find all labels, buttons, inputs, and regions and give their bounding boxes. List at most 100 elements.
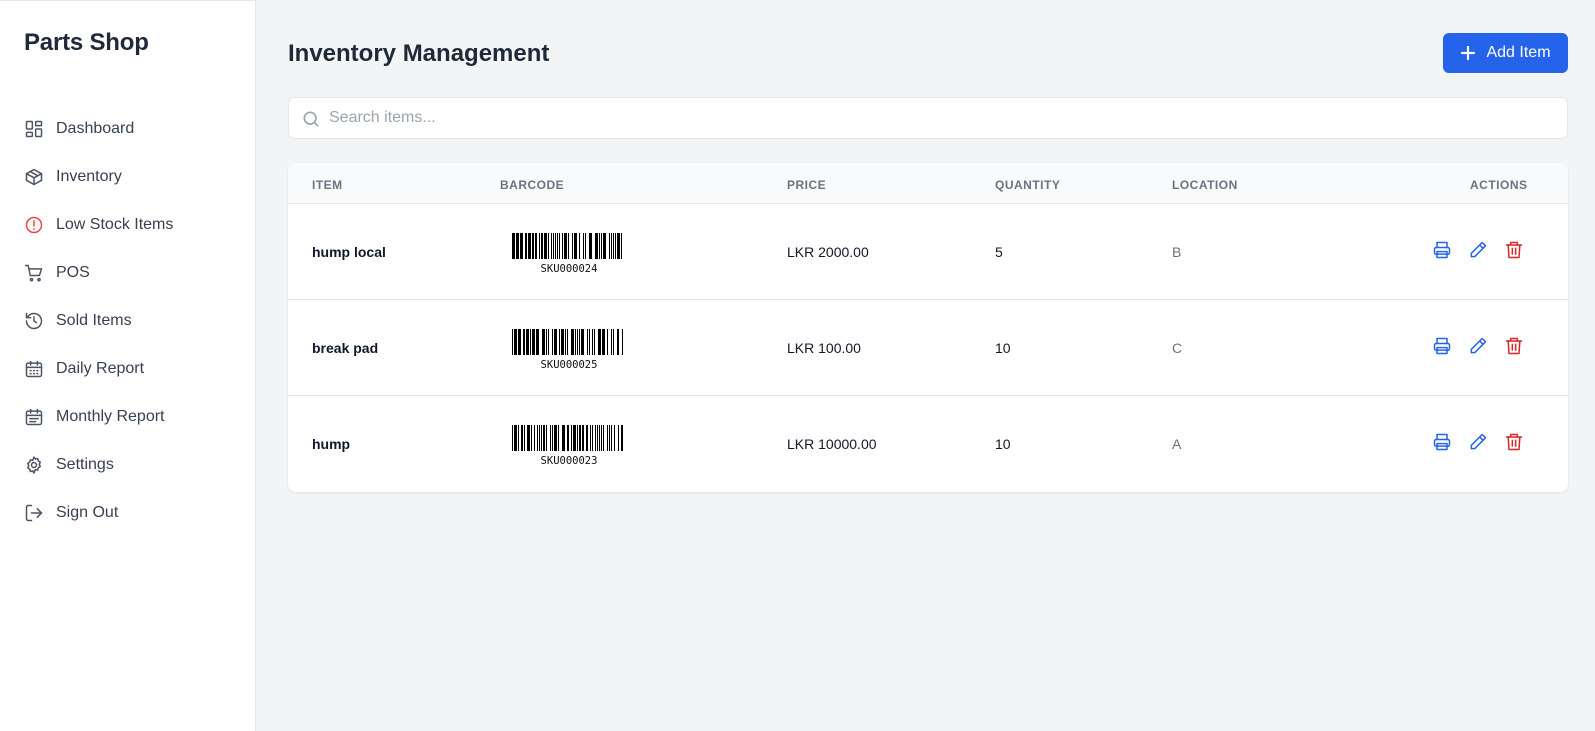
item-name: hump bbox=[312, 436, 351, 452]
delete-button[interactable] bbox=[1504, 336, 1524, 356]
barcode-bar bbox=[521, 425, 523, 451]
pencil-icon bbox=[1470, 241, 1487, 258]
barcode-bar bbox=[617, 329, 619, 355]
barcode-bar bbox=[553, 233, 554, 259]
barcode-bar bbox=[568, 233, 569, 259]
barcode-image: SKU000024 bbox=[512, 233, 626, 277]
calendar-icon bbox=[24, 359, 44, 379]
barcode-bar bbox=[548, 329, 549, 355]
barcode-bar bbox=[558, 425, 559, 451]
barcode-bar bbox=[577, 425, 578, 451]
barcode-bar bbox=[548, 233, 549, 259]
barcode-bar bbox=[601, 425, 602, 451]
trash-icon bbox=[1505, 241, 1523, 259]
sidebar-item-daily-report[interactable]: Daily Report bbox=[0, 345, 256, 393]
printer-icon bbox=[1433, 337, 1451, 355]
barcode-bar bbox=[597, 425, 598, 451]
barcode-bar bbox=[535, 233, 537, 259]
row-actions bbox=[1432, 336, 1524, 356]
dashboard-icon bbox=[24, 119, 44, 139]
add-item-button[interactable]: Add Item bbox=[1443, 33, 1568, 73]
item-location: C bbox=[1172, 340, 1183, 356]
search-input[interactable] bbox=[329, 98, 1559, 138]
item-name: break pad bbox=[312, 340, 379, 356]
sidebar-item-label: Daily Report bbox=[56, 360, 145, 377]
barcode-bar bbox=[524, 425, 525, 451]
barcode-code: SKU000023 bbox=[540, 455, 598, 467]
print-button[interactable] bbox=[1432, 432, 1452, 452]
sidebar-item-pos[interactable]: POS bbox=[0, 249, 256, 297]
item-location: A bbox=[1172, 436, 1182, 452]
item-price: LKR 100.00 bbox=[787, 340, 861, 356]
barcode-bar bbox=[546, 329, 547, 355]
sidebar-item-sold-items[interactable]: Sold Items bbox=[0, 297, 256, 345]
sidebar-item-label: Sold Items bbox=[56, 312, 132, 329]
sidebar-item-sign-out[interactable]: Sign Out bbox=[0, 489, 256, 537]
barcode-bar bbox=[523, 329, 525, 355]
barcode-bar bbox=[617, 233, 620, 259]
trash-icon bbox=[1505, 337, 1523, 355]
item-quantity: 5 bbox=[995, 244, 1003, 260]
sidebar-item-low-stock[interactable]: Low Stock Items bbox=[0, 201, 256, 249]
barcode-bar bbox=[622, 329, 623, 355]
sidebar-item-label: Monthly Report bbox=[56, 408, 165, 425]
column-header-price: PRICE bbox=[787, 178, 827, 192]
table-row: hump SKU000023 LKR 10000.00 10 A bbox=[288, 396, 1568, 492]
barcode-code: SKU000024 bbox=[540, 263, 598, 275]
barcode-bar bbox=[527, 425, 530, 451]
barcode-bar bbox=[595, 425, 596, 451]
edit-button[interactable] bbox=[1468, 240, 1488, 260]
barcode-bar bbox=[567, 425, 569, 451]
barcode-bar bbox=[512, 425, 513, 451]
barcode-bar bbox=[518, 425, 519, 451]
barcode-bar bbox=[582, 425, 584, 451]
main-content: Inventory Management Add Item ITEM BARCO… bbox=[256, 0, 1595, 731]
barcode-bar bbox=[536, 329, 539, 355]
barcode-bar bbox=[613, 233, 614, 259]
barcode-bar bbox=[528, 233, 531, 259]
sidebar-item-settings[interactable]: Settings bbox=[0, 441, 256, 489]
barcode-bar bbox=[539, 425, 540, 451]
barcode-image: SKU000023 bbox=[512, 425, 626, 469]
barcode-bar bbox=[583, 233, 584, 259]
barcode-bar bbox=[609, 233, 610, 259]
row-actions bbox=[1432, 432, 1524, 452]
barcode-bar bbox=[564, 233, 567, 259]
barcode-bar bbox=[537, 425, 538, 451]
brand-title: Parts Shop bbox=[24, 29, 149, 56]
barcode-bar bbox=[541, 233, 543, 259]
barcode-bar bbox=[599, 425, 600, 451]
barcode-bar bbox=[575, 329, 576, 355]
barcode-bar bbox=[554, 329, 557, 355]
barcode-bar bbox=[618, 425, 619, 451]
barcode-bar bbox=[607, 329, 608, 355]
barcode-bar bbox=[603, 233, 606, 259]
barcode-bar bbox=[621, 233, 622, 259]
barcode-bar bbox=[562, 233, 563, 259]
barcode-bar bbox=[516, 233, 519, 259]
barcode-bar bbox=[520, 233, 523, 259]
print-button[interactable] bbox=[1432, 240, 1452, 260]
barcode-bar bbox=[530, 329, 531, 355]
table-row: hump local SKU000024 LKR 2000.00 5 B bbox=[288, 204, 1568, 300]
barcode-bar bbox=[525, 233, 527, 259]
barcode-bar bbox=[590, 425, 591, 451]
print-button[interactable] bbox=[1432, 336, 1452, 356]
edit-button[interactable] bbox=[1468, 336, 1488, 356]
sidebar-item-dashboard[interactable]: Dashboard bbox=[0, 105, 256, 153]
sidebar-item-inventory[interactable]: Inventory bbox=[0, 153, 256, 201]
barcode-bar bbox=[552, 425, 553, 451]
barcode-image: SKU000025 bbox=[512, 329, 626, 373]
barcode-bar bbox=[552, 329, 553, 355]
barcode-bar bbox=[531, 425, 532, 451]
barcode-bar bbox=[514, 425, 517, 451]
barcode-bar bbox=[559, 329, 560, 355]
delete-button[interactable] bbox=[1504, 240, 1524, 260]
barcode-bar bbox=[546, 425, 547, 451]
delete-button[interactable] bbox=[1504, 432, 1524, 452]
edit-button[interactable] bbox=[1468, 432, 1488, 452]
item-price: LKR 10000.00 bbox=[787, 436, 877, 452]
barcode-bar bbox=[592, 425, 593, 451]
history-icon bbox=[24, 311, 44, 331]
sidebar-item-monthly-report[interactable]: Monthly Report bbox=[0, 393, 256, 441]
